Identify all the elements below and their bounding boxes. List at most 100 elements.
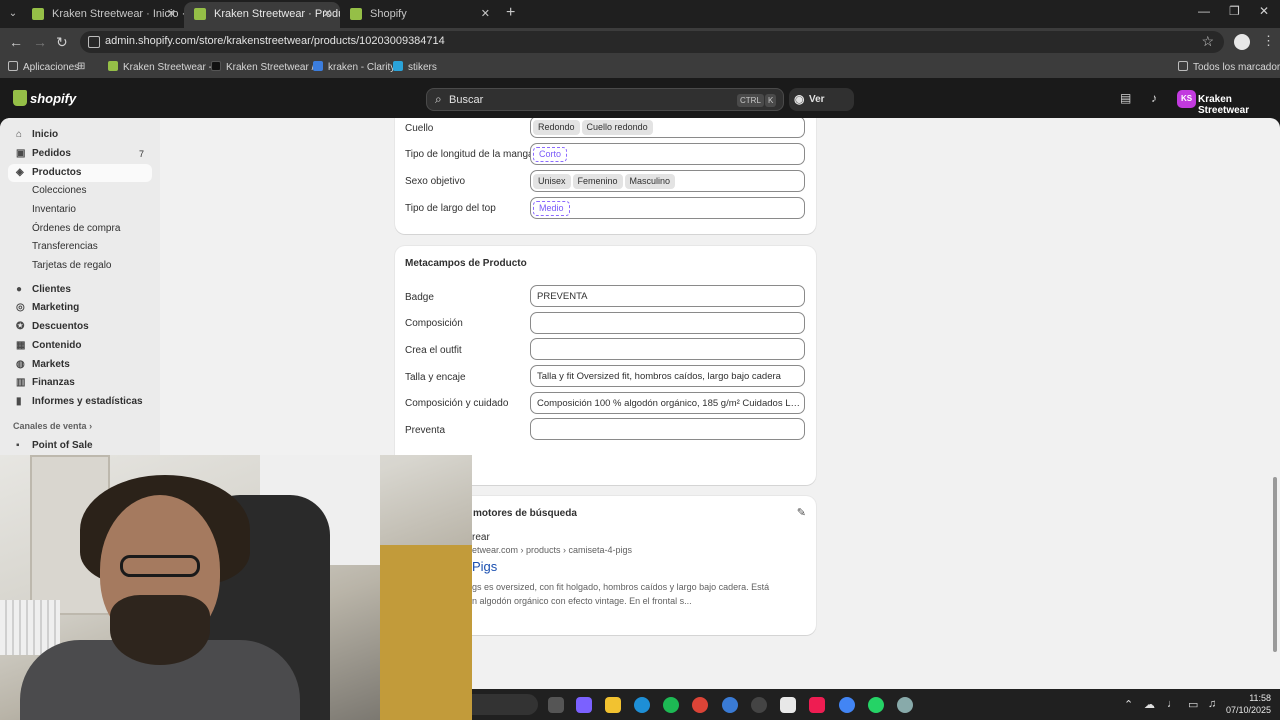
inbox-icon[interactable]: ▤ — [1120, 91, 1131, 105]
close-tab-icon[interactable]: ✕ — [481, 2, 490, 26]
composicion-cuidado-input[interactable]: Composición 100 % algodón orgánico, 185 … — [530, 392, 805, 414]
nav-informes[interactable]: ▮ Informes y estadísticas — [8, 393, 152, 411]
outfit-input[interactable] — [530, 338, 805, 360]
cuello-field[interactable]: Redondo Cuello redondo — [530, 118, 805, 138]
nav-transferencias[interactable]: Transferencias — [32, 238, 98, 256]
nav-inicio[interactable]: ⌂ Inicio — [8, 126, 152, 144]
notion-icon[interactable] — [780, 697, 796, 713]
search-icon: ⌕ — [435, 92, 442, 106]
reload-icon[interactable]: ↻ — [56, 33, 68, 51]
all-bookmarks[interactable]: Todos los marcadores — [1178, 61, 1280, 73]
bookmark-kraken-other[interactable]: Kraken Streetwear /... — [211, 61, 323, 73]
edit-pencil-icon[interactable]: ✎ — [797, 506, 806, 519]
page-scrollbar[interactable] — [1273, 477, 1277, 652]
new-tab-icon[interactable]: + — [506, 4, 515, 22]
sleeve-length-field[interactable]: Corto — [530, 143, 805, 165]
bookmark-stikers[interactable]: stikers — [393, 61, 437, 73]
edge-icon[interactable] — [634, 697, 650, 713]
person-icon: ● — [16, 284, 23, 295]
nav-clientes[interactable]: ● Clientes — [8, 281, 152, 299]
kraken-icon — [211, 61, 221, 71]
bookmark-label: Kraken Streetwear -... — [123, 62, 221, 73]
file-explorer-icon[interactable] — [605, 697, 621, 713]
top-length-field[interactable]: Medio — [530, 197, 805, 219]
nav-pedidos[interactable]: ▣ Pedidos 7 — [8, 145, 152, 163]
folder-icon — [1178, 61, 1188, 71]
talla-encaje-input[interactable]: Talla y fit Oversized fit, hombros caído… — [530, 365, 805, 387]
nav-contenido[interactable]: ▦ Contenido — [8, 337, 152, 355]
forward-icon[interactable]: → — [33, 33, 47, 51]
shopify-icon — [108, 61, 118, 71]
close-tab-icon[interactable]: ✕ — [323, 2, 332, 26]
task-view-icon[interactable] — [548, 697, 564, 713]
tab-search-chevron-icon[interactable]: ⌄ — [4, 5, 22, 23]
nav-colecciones[interactable]: Colecciones — [32, 182, 86, 200]
tiktok-icon[interactable] — [809, 697, 825, 713]
nav-label: Marketing — [32, 302, 80, 313]
close-window-icon[interactable]: ✕ — [1259, 4, 1269, 18]
whatsapp-icon[interactable] — [868, 697, 884, 713]
badge-input[interactable]: PREVENTA — [530, 285, 805, 307]
tray-chevron-icon[interactable]: ⌃ — [1124, 698, 1133, 711]
nav-tarjetas-regalo[interactable]: Tarjetas de regalo — [32, 257, 112, 275]
taskbar-clock[interactable]: 11:58 07/10/2025 — [1226, 692, 1271, 716]
nav-label: Informes y estadísticas — [32, 396, 143, 407]
browser-tab-productos[interactable]: Kraken Streetwear · Productos ✕ — [184, 2, 340, 28]
copilot-icon[interactable] — [576, 697, 592, 713]
view-as-button[interactable]: ◉ Ver como — [789, 88, 854, 128]
webcam-overlay — [0, 455, 472, 720]
volume-icon[interactable]: ♫ — [1208, 698, 1216, 710]
nav-point-of-sale[interactable]: ▪ Point of Sale — [8, 437, 152, 455]
seo-page-title: Pigs — [472, 559, 498, 574]
nav-descuentos[interactable]: ✪ Descuentos — [8, 318, 152, 336]
site-info-icon[interactable] — [88, 36, 100, 48]
taskbar-search[interactable] — [472, 694, 538, 715]
nav-finanzas[interactable]: ▥ Finanzas — [8, 374, 152, 392]
display-icon[interactable]: ▭ — [1188, 698, 1198, 711]
target-gender-field[interactable]: Unisex Femenino Masculino — [530, 170, 805, 192]
onedrive-icon[interactable]: ☁ — [1144, 698, 1155, 711]
bookmark-star-icon[interactable]: ☆ — [1201, 33, 1214, 50]
bookmark-clarity[interactable]: kraken - Clarity — [313, 61, 395, 73]
nav-ordenes-compra[interactable]: Órdenes de compra — [32, 220, 120, 238]
bell-icon[interactable]: ♪ — [1151, 91, 1157, 105]
obs-icon[interactable] — [751, 697, 767, 713]
close-tab-icon[interactable]: ✕ — [167, 2, 176, 26]
composicion-input[interactable] — [530, 312, 805, 334]
bookmark-kraken-shop[interactable]: Kraken Streetwear -... — [108, 61, 220, 73]
store-avatar[interactable]: KS — [1177, 90, 1196, 108]
chrome-active-icon[interactable] — [839, 697, 855, 713]
chrome-icon[interactable] — [692, 697, 708, 713]
address-bar[interactable]: admin.shopify.com/store/krakenstreetwear… — [80, 31, 1224, 53]
profile-avatar[interactable] — [1234, 34, 1250, 50]
browser-tab-inicio[interactable]: Kraken Streetwear · Inicio · Shop ✕ — [22, 2, 184, 28]
nav-productos[interactable]: ◈ Productos — [8, 164, 152, 182]
preventa-input[interactable] — [530, 418, 805, 440]
nav-marketing[interactable]: ◎ Marketing — [8, 299, 152, 317]
minimize-icon[interactable]: — — [1198, 4, 1210, 18]
nav-inventario[interactable]: Inventario — [32, 201, 76, 219]
browser-menu-icon[interactable]: ⋮ — [1262, 33, 1275, 49]
settings-icon[interactable] — [897, 697, 913, 713]
store-name[interactable]: Kraken Streetwear — [1198, 94, 1280, 116]
nav-markets[interactable]: ◍ Markets — [8, 356, 152, 374]
field-label: Badge — [405, 292, 434, 303]
grid-icon[interactable]: ⊞ — [77, 61, 85, 72]
clarity-icon — [313, 61, 323, 71]
bookmark-label: kraken - Clarity — [328, 62, 396, 73]
chip: Cuello redondo — [581, 120, 653, 135]
browser-tab-shopify[interactable]: Shopify ✕ — [340, 2, 498, 28]
admin-search[interactable]: ⌕ Buscar CTRL K — [426, 88, 784, 111]
bookmark-apps[interactable]: Aplicaciones — [8, 61, 79, 73]
shopify-topbar: shopify ⌕ Buscar CTRL K ◉ Ver como — [0, 80, 1280, 128]
shopify-logo[interactable]: shopify — [30, 91, 76, 106]
nav-label: Markets — [32, 359, 70, 370]
spotify-icon[interactable] — [663, 697, 679, 713]
mic-icon[interactable]: ♩ — [1167, 698, 1178, 710]
apps-grid-icon — [8, 61, 18, 71]
sales-channels-header[interactable]: Canales de venta › — [13, 421, 92, 431]
chip: Unisex — [533, 174, 571, 189]
chrome-profile-icon[interactable] — [722, 697, 738, 713]
back-icon[interactable]: ← — [9, 33, 23, 51]
restore-icon[interactable]: ❐ — [1229, 4, 1240, 18]
